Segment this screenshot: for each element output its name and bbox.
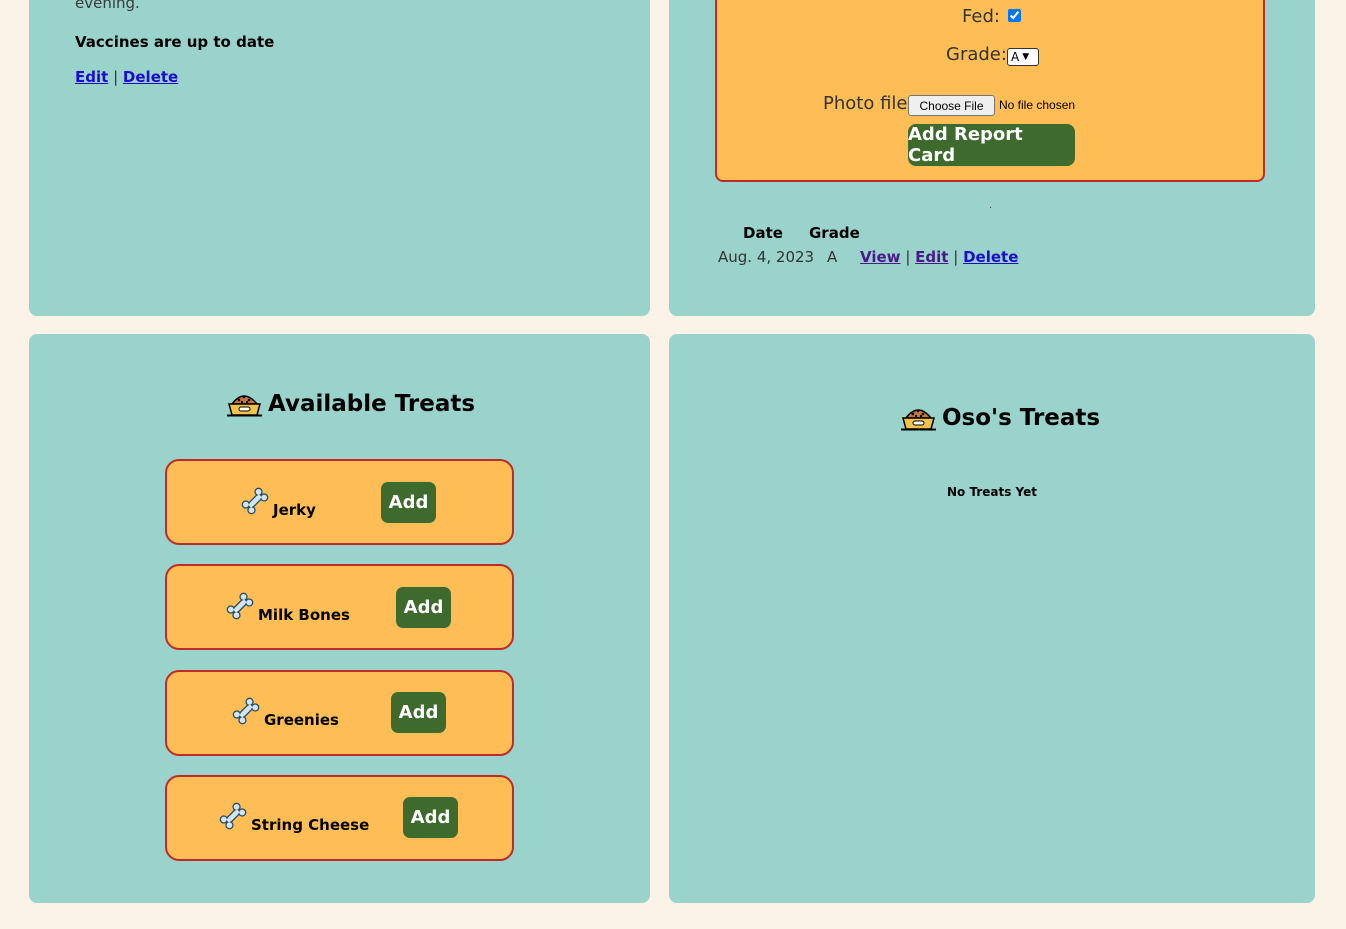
available-treats-panel: Available Treats Jerky Add Milk Bones Ad…	[29, 334, 650, 903]
report-card-panel: Fed: Grade: A ▼ Photo file: Choose File …	[669, 0, 1315, 316]
report-actions: View | Edit | Delete	[860, 248, 1018, 266]
report-grade-cell: A	[827, 248, 838, 266]
add-treat-button[interactable]: Add	[396, 587, 451, 628]
link-separator: |	[905, 248, 911, 266]
treat-card-jerky: Jerky Add	[165, 459, 514, 545]
treat-label: Greenies	[232, 697, 339, 729]
dog-food-bowl-icon	[227, 395, 262, 417]
bone-icon	[232, 697, 260, 725]
view-report-link[interactable]: View	[860, 248, 901, 266]
delete-pet-link[interactable]: Delete	[123, 68, 178, 86]
treat-card-milk-bones: Milk Bones Add	[165, 564, 514, 650]
photo-file-label: Photo file:	[823, 93, 914, 114]
treat-card-greenies: Greenies Add	[165, 670, 514, 756]
add-report-card-button[interactable]: Add Report Card	[908, 124, 1075, 166]
bone-icon	[241, 487, 269, 515]
pet-treats-title: Oso's Treats	[942, 405, 1101, 431]
separator-dot: .	[989, 200, 993, 211]
edit-report-link[interactable]: Edit	[915, 248, 948, 266]
report-card-form: Fed: Grade: A ▼ Photo file: Choose File …	[715, 0, 1265, 182]
pet-treats-panel: Oso's Treats No Treats Yet	[669, 334, 1315, 903]
available-treats-title: Available Treats	[268, 391, 476, 417]
treat-label: Milk Bones	[226, 592, 350, 624]
bone-icon	[219, 802, 247, 830]
empty-treats-message: No Treats Yet	[946, 485, 1037, 499]
grade-select-value: A	[1011, 50, 1020, 64]
grade-select[interactable]: A ▼	[1007, 48, 1039, 66]
vaccine-status: Vaccines are up to date	[75, 33, 275, 51]
choose-file-button[interactable]: Choose File	[908, 95, 995, 116]
treat-name: Jerky	[273, 501, 316, 519]
report-date-cell: Aug. 4, 2023	[718, 248, 815, 266]
link-separator: |	[953, 248, 959, 266]
dog-food-bowl-icon	[901, 409, 936, 431]
grade-column-header: Grade	[809, 224, 860, 242]
link-separator: |	[113, 68, 119, 86]
treat-name: String Cheese	[251, 816, 370, 834]
bone-icon	[226, 592, 254, 620]
add-treat-button[interactable]: Add	[391, 692, 446, 733]
edit-pet-link[interactable]: Edit	[75, 68, 108, 86]
pet-description-text: evening.	[75, 0, 140, 12]
pet-actions: Edit | Delete	[75, 68, 178, 86]
treat-name: Milk Bones	[258, 606, 350, 624]
fed-label: Fed:	[962, 6, 1000, 27]
no-file-text: No file chosen	[999, 98, 1076, 112]
date-column-header: Date	[743, 224, 783, 242]
treat-name: Greenies	[264, 711, 339, 729]
treat-card-string-cheese: String Cheese Add	[165, 775, 514, 861]
treat-label: String Cheese	[219, 802, 369, 834]
pet-treats-heading: Oso's Treats	[900, 404, 1100, 431]
available-treats-heading: Available Treats	[226, 390, 475, 417]
delete-report-link[interactable]: Delete	[963, 248, 1018, 266]
chevron-down-icon: ▼	[1022, 52, 1030, 62]
add-treat-button[interactable]: Add	[381, 482, 436, 523]
grade-label: Grade:	[946, 44, 1007, 65]
add-treat-button[interactable]: Add	[403, 797, 458, 838]
treat-label: Jerky	[241, 487, 316, 519]
fed-checkbox[interactable]	[1008, 9, 1021, 22]
pet-info-panel: evening. Vaccines are up to date Edit | …	[29, 0, 650, 316]
